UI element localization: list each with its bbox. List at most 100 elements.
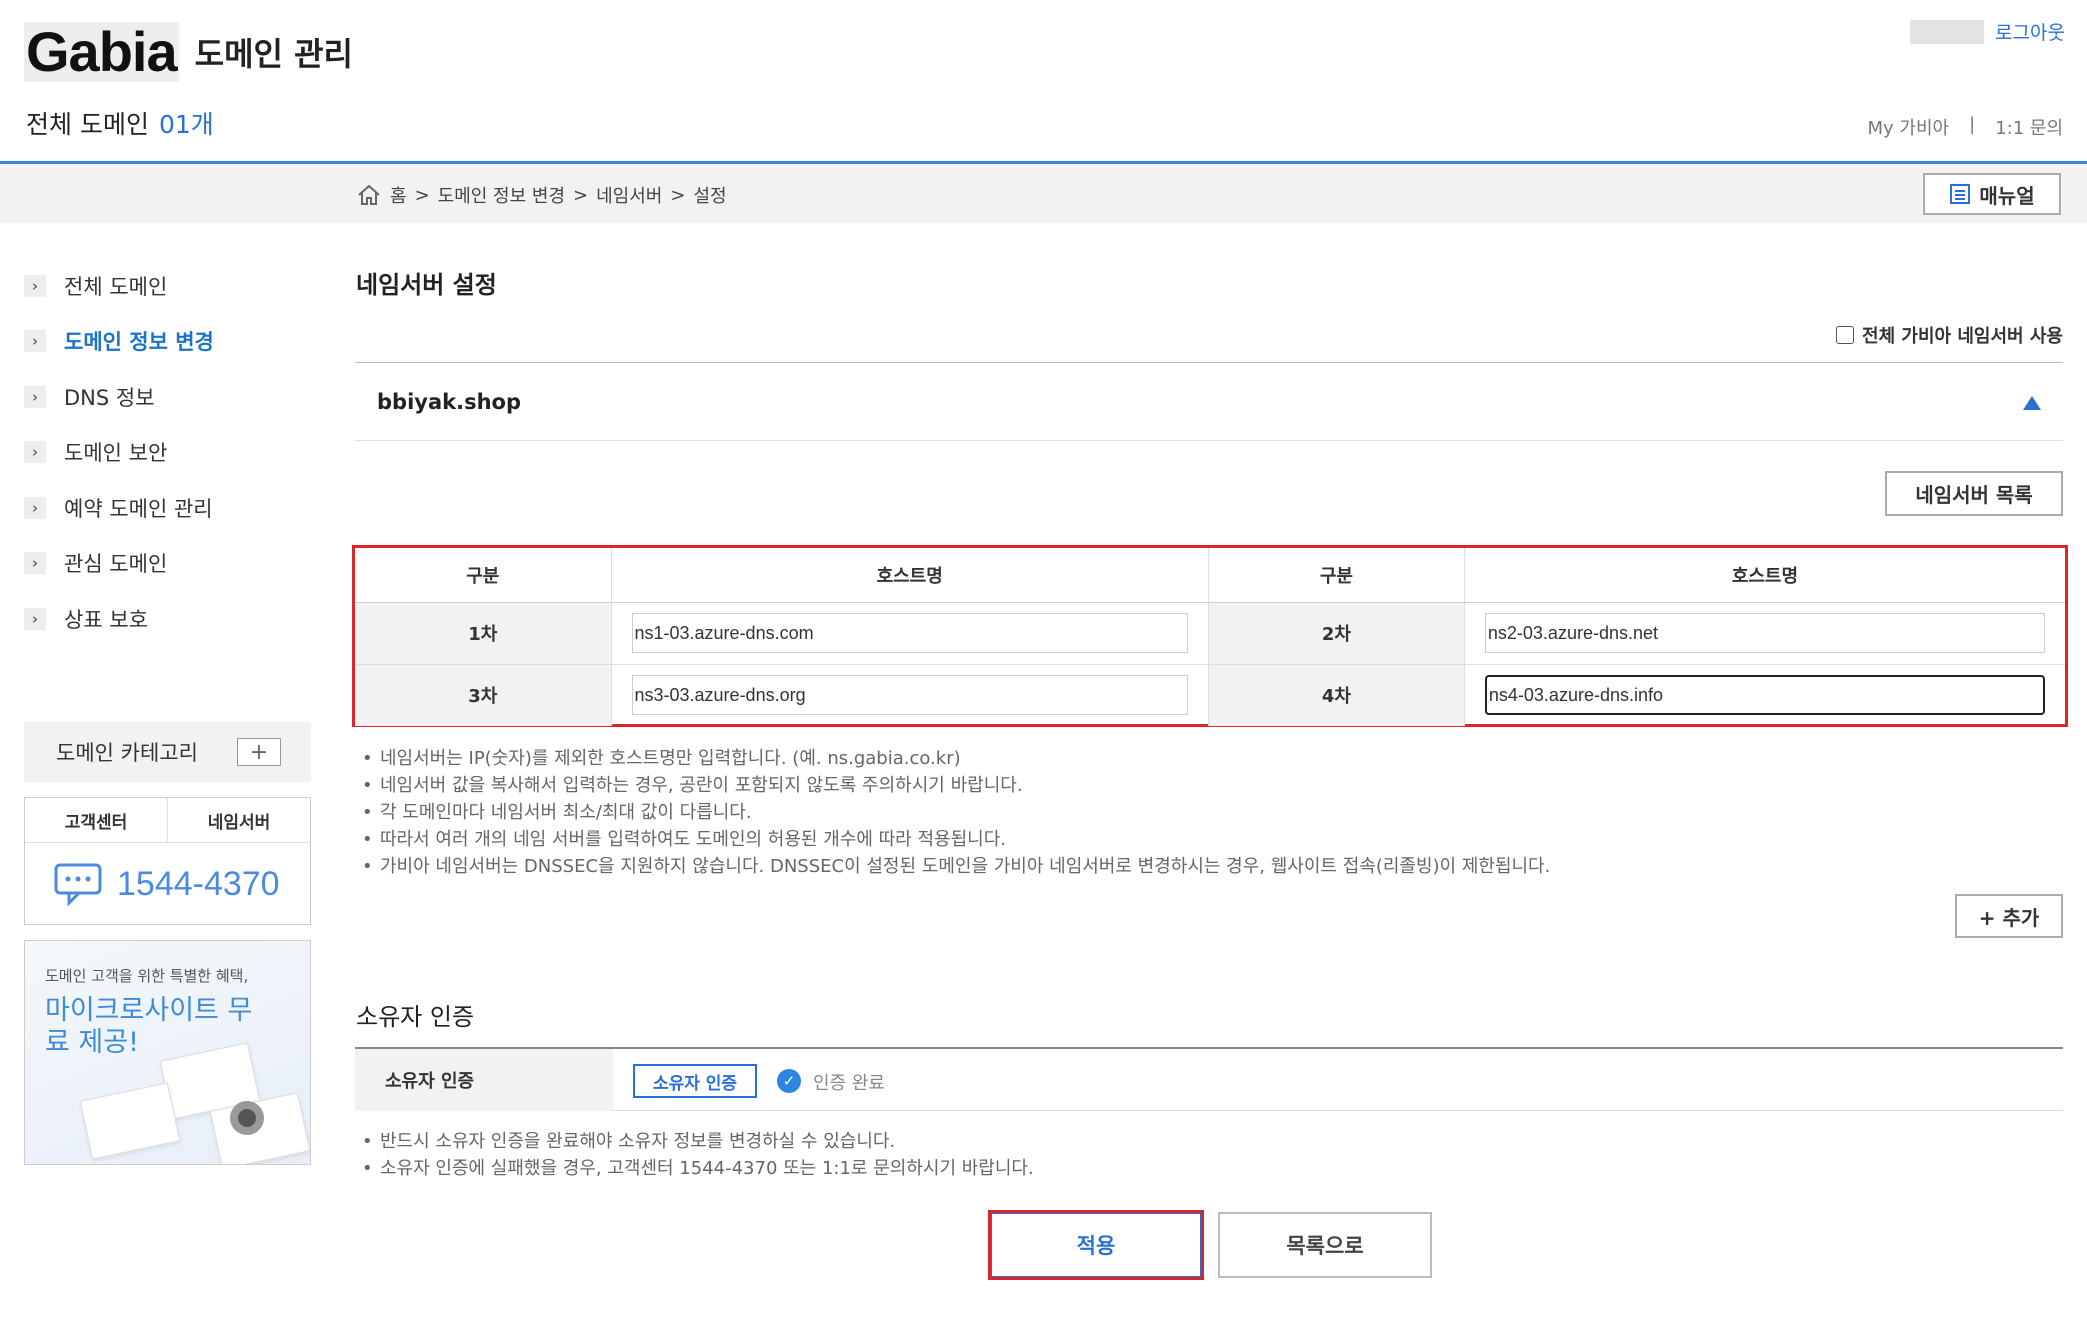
apply-button[interactable]: 적용 — [988, 1210, 1204, 1280]
note-item: 반드시 소유자 인증을 완료해야 소유자 정보를 변경하실 수 있습니다. — [360, 1128, 1034, 1155]
domain-header-row[interactable]: bbiyak.shop — [355, 362, 2063, 441]
sidebar-item-interest[interactable]: › 관심 도메인 — [24, 536, 314, 592]
apply-label: 적용 — [991, 1213, 1201, 1277]
ns-host-cell — [611, 601, 1209, 664]
ns-label-1: 1차 — [355, 601, 612, 664]
tab-nameserver[interactable]: 네임서버 — [167, 798, 310, 842]
gabia-logo[interactable]: Gabia 도메인 관리 — [24, 22, 353, 82]
page-title: 네임서버 설정 — [356, 271, 497, 299]
ns3-input[interactable] — [631, 675, 1188, 716]
sidebar-item-reserved[interactable]: › 예약 도메인 관리 — [24, 480, 314, 536]
customer-service-box: 고객센터 네임서버 1544-4370 — [24, 797, 311, 925]
chevron-right-icon: › — [24, 330, 46, 353]
chevron-right-icon: › — [24, 496, 46, 519]
chat-bubble-icon — [54, 863, 102, 906]
add-nameserver-button[interactable]: + 추가 — [1955, 894, 2063, 938]
breadcrumb-bar: 홈 > 도메인 정보 변경 > 네임서버 > 설정 매뉴얼 — [0, 161, 2087, 223]
link-separator: | — [1969, 114, 1976, 135]
all-domains-summary: 전체 도메인 01개 — [26, 105, 214, 141]
manual-label: 매뉴얼 — [1979, 183, 2035, 208]
breadcrumb: 홈 > 도메인 정보 변경 > 네임서버 > 설정 — [356, 182, 727, 208]
sidebar-item-domain-info[interactable]: › 도메인 정보 변경 — [24, 314, 314, 370]
cs-tabs: 고객센터 네임서버 — [25, 798, 310, 843]
use-all-gabia-ns[interactable]: 전체 가비아 네임서버 사용 — [1836, 322, 2063, 348]
nameserver-table: 구분 호스트명 구분 호스트명 1차 2차 3차 — [355, 548, 2065, 726]
nameserver-notes: 네임서버는 IP(숫자)를 제외한 호스트명만 입력합니다. (예. ns.ga… — [360, 745, 1550, 880]
crumb-domain-info[interactable]: 도메인 정보 변경 — [438, 182, 565, 208]
owner-section-title: 소유자 인증 — [356, 1003, 475, 1031]
note-item: 가비아 네임서버는 DNSSEC을 지원하지 않습니다. DNSSEC이 설정된… — [360, 853, 1550, 880]
column-header: 구분 — [1208, 548, 1465, 603]
crumb-home[interactable]: 홈 — [390, 182, 407, 208]
ns2-input[interactable] — [1484, 613, 2045, 653]
sidebar-item-dns[interactable]: › DNS 정보 — [24, 369, 314, 425]
column-header: 호스트명 — [611, 548, 1209, 603]
check-circle-icon: ✓ — [777, 1069, 801, 1093]
user-name-placeholder — [1910, 20, 1984, 44]
nameserver-table-highlight: 구분 호스트명 구분 호스트명 1차 2차 3차 — [352, 545, 2068, 727]
note-item: 각 도메인마다 네임서버 최소/최대 값이 다릅니다. — [360, 799, 1550, 826]
use-all-gabia-ns-checkbox[interactable] — [1836, 326, 1855, 344]
ns-label-4: 4차 — [1208, 663, 1465, 726]
ns-label-3: 3차 — [355, 663, 612, 726]
note-item: 소유자 인증에 실패했을 경우, 고객센터 1544-4370 또는 1:1로 … — [360, 1155, 1034, 1182]
owner-verify-row: 소유자 인증 소유자 인증 ✓ 인증 완료 — [355, 1047, 2063, 1111]
domain-name: bbiyak.shop — [377, 390, 521, 414]
owner-verify-label: 소유자 인증 — [355, 1049, 613, 1111]
crumb-sep: > — [573, 184, 589, 206]
sidebar-item-security[interactable]: › 도메인 보안 — [24, 425, 314, 481]
sidebar-item-label: 관심 도메인 — [64, 552, 168, 577]
chevron-right-icon: › — [24, 607, 46, 630]
ns-host-cell — [1464, 663, 2065, 726]
chevron-right-icon: › — [24, 552, 46, 575]
note-item: 네임서버는 IP(숫자)를 제외한 호스트명만 입력합니다. (예. ns.ga… — [360, 745, 1550, 772]
chevron-right-icon: › — [24, 441, 46, 464]
caret-up-icon[interactable] — [2023, 396, 2041, 410]
microsite-promo-banner[interactable]: 도메인 고객을 위한 특별한 혜택, 마이크로사이트 무료 제공! — [24, 940, 311, 1165]
document-icon — [1950, 184, 1971, 204]
sidebar-item-all-domains[interactable]: › 전체 도메인 — [24, 258, 314, 314]
logout-link[interactable]: 로그아웃 — [1995, 18, 2065, 45]
category-add-button[interactable]: + — [237, 738, 281, 766]
inquiry-link[interactable]: 1:1 문의 — [1995, 114, 2063, 140]
manual-button[interactable]: 매뉴얼 — [1923, 173, 2061, 215]
tab-customer-center[interactable]: 고객센터 — [25, 798, 167, 842]
chevron-right-icon: › — [24, 385, 46, 408]
ns-host-cell — [1464, 601, 2065, 664]
crumb-sep: > — [414, 184, 430, 206]
ns4-input[interactable] — [1484, 675, 2045, 716]
logo-mark: Gabia — [24, 20, 179, 83]
sidebar-item-label: 예약 도메인 관리 — [64, 496, 213, 521]
top-links: My 가비아 | 1:1 문의 — [1868, 114, 2063, 140]
all-domains-label: 전체 도메인 — [26, 110, 149, 139]
promo-disc-graphic — [230, 1101, 264, 1135]
domain-count[interactable]: 01개 — [159, 110, 214, 139]
table-row: 3차 4차 — [355, 663, 2065, 726]
nameserver-list-button[interactable]: 네임서버 목록 — [1885, 471, 2063, 516]
promo-thumbnail — [79, 1082, 181, 1160]
use-all-gabia-ns-label: 전체 가비아 네임서버 사용 — [1862, 326, 2063, 347]
app-title: 도메인 관리 — [194, 35, 353, 73]
sidebar-item-label: DNS 정보 — [64, 385, 155, 410]
sidebar-item-label: 상표 보호 — [64, 607, 148, 632]
ns-host-cell — [611, 663, 1209, 726]
crumb-nameserver[interactable]: 네임서버 — [596, 182, 662, 208]
table-header-row: 구분 호스트명 구분 호스트명 — [355, 548, 2065, 603]
ns-label-2: 2차 — [1208, 601, 1465, 664]
my-gabia-link[interactable]: My 가비아 — [1868, 114, 1950, 140]
owner-verify-button[interactable]: 소유자 인증 — [633, 1064, 757, 1098]
note-item: 따라서 여러 개의 네임 서버를 입력하여도 도메인의 허용된 개수에 따라 적… — [360, 826, 1550, 853]
chevron-right-icon: › — [24, 274, 46, 297]
home-icon[interactable] — [356, 183, 382, 207]
back-to-list-button[interactable]: 목록으로 — [1218, 1212, 1432, 1278]
cs-phone-number: 1544-4370 — [117, 864, 280, 903]
sidebar-item-label: 도메인 보안 — [64, 441, 168, 466]
ns1-input[interactable] — [631, 613, 1188, 653]
sidebar: › 전체 도메인 › 도메인 정보 변경 › DNS 정보 › 도메인 보안 ›… — [24, 258, 314, 647]
domain-category-box: 도메인 카테고리 + — [24, 722, 311, 782]
crumb-sep: > — [670, 184, 686, 206]
verify-status: 인증 완료 — [813, 1073, 885, 1094]
note-item: 네임서버 값을 복사해서 입력하는 경우, 공란이 포함되지 않도록 주의하시기… — [360, 772, 1550, 799]
sidebar-item-trademark[interactable]: › 상표 보호 — [24, 591, 314, 647]
sidebar-item-label: 전체 도메인 — [64, 274, 168, 299]
